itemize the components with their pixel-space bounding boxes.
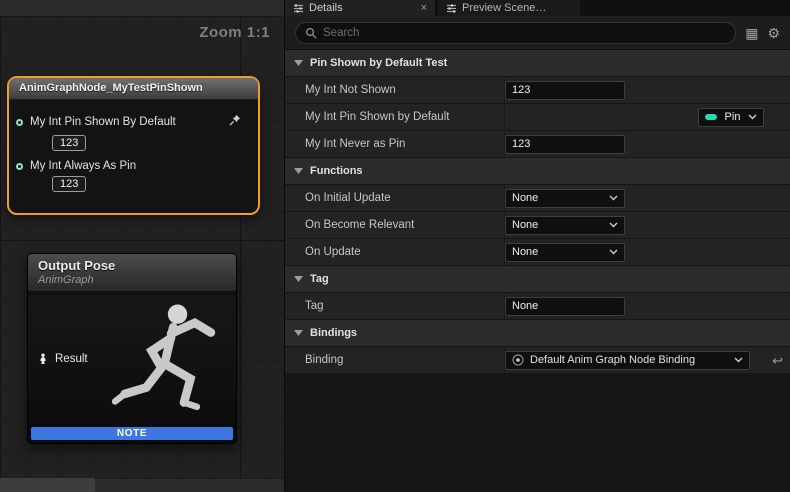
tab-details[interactable]: Details × <box>285 0 435 16</box>
pose-pin-icon <box>37 353 49 365</box>
on-initial-update-dropdown[interactable]: None <box>505 189 625 208</box>
graph-bottom-corner <box>0 478 95 492</box>
note-banner[interactable]: NOTE <box>31 427 233 440</box>
chevron-down-icon <box>734 357 743 363</box>
chevron-down-icon <box>294 330 303 336</box>
chevron-down-icon <box>294 276 303 282</box>
node-title: Output Pose <box>38 258 226 273</box>
thumbtack-pin-icon[interactable] <box>229 113 241 131</box>
section-title: Tag <box>310 273 329 285</box>
property-label: On Become Relevant <box>285 212 505 238</box>
anim-graph-canvas[interactable]: Zoom 1:1 AnimGraphNode_MyTestPinShown My… <box>0 0 285 492</box>
node-subtitle: AnimGraph <box>38 274 226 286</box>
property-row: My Int Pin Shown by Default Pin <box>285 104 790 131</box>
property-row: My Int Not Shown 123 <box>285 77 790 104</box>
int-pin-icon[interactable] <box>16 119 23 126</box>
details-search-bar: ▦ ⚙ <box>285 16 790 50</box>
property-row: Binding Default Anim Graph Node Binding … <box>285 347 790 374</box>
chevron-down-icon <box>609 249 618 255</box>
chevron-down-icon <box>609 222 618 228</box>
section-functions[interactable]: Functions <box>285 158 790 185</box>
property-row: On Update None <box>285 239 790 266</box>
unreal-editor-window: Zoom 1:1 AnimGraphNode_MyTestPinShown My… <box>0 0 790 492</box>
chevron-down-icon <box>294 60 303 66</box>
preview-tab-icon <box>446 3 457 14</box>
pin-row: My Int Pin Shown By Default <box>16 113 250 131</box>
property-label: My Int Not Shown <box>285 77 505 103</box>
my-int-never-as-pin-field[interactable]: 123 <box>505 135 625 154</box>
property-label: My Int Never as Pin <box>285 131 505 157</box>
chevron-down-icon <box>294 168 303 174</box>
pin-pill-icon <box>705 114 717 120</box>
property-label: On Initial Update <box>285 185 505 211</box>
int-pin-icon[interactable] <box>16 163 23 170</box>
pin-mode-dropdown[interactable]: Pin <box>698 108 764 127</box>
pin-value-field[interactable]: 123 <box>52 135 86 151</box>
node-header[interactable]: Output Pose AnimGraph <box>28 254 236 292</box>
property-row: My Int Never as Pin 123 <box>285 131 790 158</box>
node-header[interactable]: AnimGraphNode_MyTestPinShown <box>9 78 258 100</box>
chevron-down-icon <box>748 114 757 120</box>
close-icon[interactable]: × <box>421 3 427 14</box>
property-label: Binding <box>285 347 505 373</box>
reset-to-default-icon[interactable]: ↩ <box>772 354 783 367</box>
property-row: Tag None <box>285 293 790 320</box>
binding-dropdown[interactable]: Default Anim Graph Node Binding <box>505 351 750 370</box>
zoom-level-label: Zoom 1:1 <box>199 24 270 41</box>
binding-icon <box>512 354 524 366</box>
property-list: Pin Shown by Default Test My Int Not Sho… <box>285 50 790 492</box>
details-panel: Details × Preview Scene… <box>285 0 790 492</box>
dropdown-value: Pin <box>725 111 741 123</box>
section-title: Pin Shown by Default Test <box>310 57 447 69</box>
dropdown-value: None <box>512 219 538 231</box>
property-row: On Become Relevant None <box>285 212 790 239</box>
tab-label: Details <box>309 2 343 14</box>
node-body: Result NOTE <box>28 295 236 443</box>
settings-gear-icon[interactable]: ⚙ <box>767 26 780 40</box>
pin-value-field[interactable]: 123 <box>52 176 86 192</box>
node-title: AnimGraphNode_MyTestPinShown <box>19 82 248 94</box>
column-options-icon[interactable]: ▦ <box>745 26 758 40</box>
pin-label: My Int Pin Shown By Default <box>30 116 222 128</box>
details-tab-icon <box>293 3 304 14</box>
panel-tab-bar: Details × Preview Scene… <box>285 0 790 16</box>
pin-label: My Int Always As Pin <box>30 160 250 172</box>
search-icon <box>305 27 317 39</box>
tab-label: Preview Scene… <box>462 2 546 14</box>
section-title: Bindings <box>310 327 357 339</box>
property-label: Tag <box>285 293 505 319</box>
result-pin[interactable]: Result <box>37 353 88 365</box>
section-title: Functions <box>310 165 363 177</box>
dropdown-value: None <box>512 192 538 204</box>
tag-field[interactable]: None <box>505 297 625 316</box>
mannequin-figure <box>106 297 234 437</box>
on-become-relevant-dropdown[interactable]: None <box>505 216 625 235</box>
chevron-down-icon <box>609 195 618 201</box>
property-label: On Update <box>285 239 505 265</box>
on-update-dropdown[interactable]: None <box>505 243 625 262</box>
anim-graph-test-node[interactable]: AnimGraphNode_MyTestPinShown My Int Pin … <box>7 76 260 215</box>
section-bindings[interactable]: Bindings <box>285 320 790 347</box>
section-tag[interactable]: Tag <box>285 266 790 293</box>
search-box[interactable] <box>295 22 736 44</box>
property-row: On Initial Update None <box>285 185 790 212</box>
graph-top-strip <box>0 0 284 17</box>
output-pose-node[interactable]: Output Pose AnimGraph <box>27 253 237 444</box>
dropdown-value: Default Anim Graph Node Binding <box>530 354 728 366</box>
tab-preview-scene[interactable]: Preview Scene… <box>438 0 580 16</box>
dropdown-value: None <box>512 246 538 258</box>
search-input[interactable] <box>323 27 726 39</box>
pin-row: My Int Always As Pin <box>16 160 250 172</box>
node-body: My Int Pin Shown By Default 123 My Int A… <box>9 100 258 213</box>
section-pin-shown-by-default-test[interactable]: Pin Shown by Default Test <box>285 50 790 77</box>
result-pin-label: Result <box>55 353 88 365</box>
my-int-not-shown-field[interactable]: 123 <box>505 81 625 100</box>
property-label: My Int Pin Shown by Default <box>285 104 505 130</box>
